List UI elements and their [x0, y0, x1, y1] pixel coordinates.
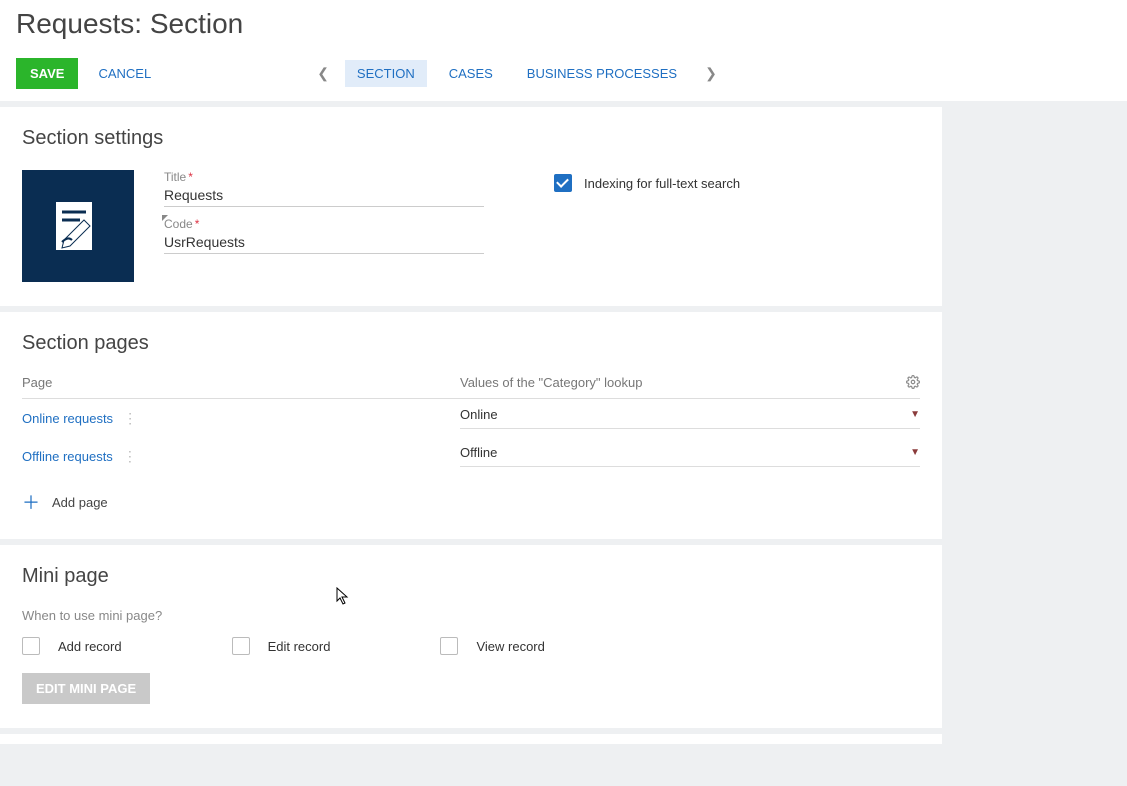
- chevron-right-icon[interactable]: ❯: [699, 61, 723, 86]
- title-field-label: Title*: [164, 170, 484, 184]
- document-edit-icon: [46, 194, 110, 258]
- column-page-header: Page: [22, 375, 460, 392]
- row-actions-icon[interactable]: ⋮: [123, 414, 137, 422]
- edit-mini-page-button[interactable]: EDIT MINI PAGE: [22, 673, 150, 704]
- chevron-left-icon[interactable]: ❮: [311, 61, 335, 86]
- gear-icon[interactable]: [906, 375, 920, 392]
- code-lock-indicator-icon: [162, 215, 168, 221]
- mini-page-question: When to use mini page?: [22, 608, 920, 623]
- indexing-checkbox[interactable]: [554, 174, 572, 192]
- add-page-label: Add page: [52, 495, 108, 510]
- code-field-label: Code*: [164, 217, 484, 231]
- edit-record-checkbox[interactable]: [232, 637, 250, 655]
- title-field[interactable]: [164, 184, 484, 207]
- add-record-checkbox[interactable]: [22, 637, 40, 655]
- tab-section[interactable]: SECTION: [345, 60, 427, 87]
- section-pages-title: Section pages: [22, 332, 920, 355]
- view-record-checkbox[interactable]: [440, 637, 458, 655]
- category-value: Offline: [460, 445, 497, 460]
- section-settings-title: Section settings: [22, 127, 920, 150]
- section-pages-panel: Section pages Page Values of the "Catego…: [0, 312, 942, 539]
- page-link-offline[interactable]: Offline requests: [22, 449, 113, 464]
- plus-icon: ＋: [22, 489, 40, 515]
- cancel-button[interactable]: CANCEL: [98, 66, 151, 81]
- mini-page-title: Mini page: [22, 565, 920, 588]
- empty-panel: [0, 734, 942, 744]
- page-row: Offline requests ⋮ Offline ▼: [22, 437, 920, 475]
- section-icon[interactable]: [22, 170, 134, 282]
- column-category-header: Values of the "Category" lookup: [460, 375, 642, 392]
- category-value: Online: [460, 407, 498, 422]
- add-page-button[interactable]: ＋ Add page: [22, 489, 920, 515]
- tab-business-processes[interactable]: BUSINESS PROCESSES: [515, 60, 689, 87]
- dropdown-caret-icon[interactable]: ▼: [910, 409, 920, 420]
- tab-cases[interactable]: CASES: [437, 60, 505, 87]
- mini-page-panel: Mini page When to use mini page? Add rec…: [0, 545, 942, 728]
- view-record-label: View record: [476, 639, 544, 654]
- edit-record-label: Edit record: [268, 639, 331, 654]
- dropdown-caret-icon[interactable]: ▼: [910, 447, 920, 458]
- add-record-label: Add record: [58, 639, 122, 654]
- row-actions-icon[interactable]: ⋮: [123, 452, 137, 460]
- code-field[interactable]: [164, 231, 484, 254]
- page-row: Online requests ⋮ Online ▼: [22, 399, 920, 437]
- page-link-online[interactable]: Online requests: [22, 411, 113, 426]
- page-title: Requests: Section: [16, 8, 1111, 40]
- save-button[interactable]: SAVE: [16, 58, 78, 89]
- indexing-label: Indexing for full-text search: [584, 176, 740, 191]
- section-settings-panel: Section settings Title*: [0, 107, 942, 306]
